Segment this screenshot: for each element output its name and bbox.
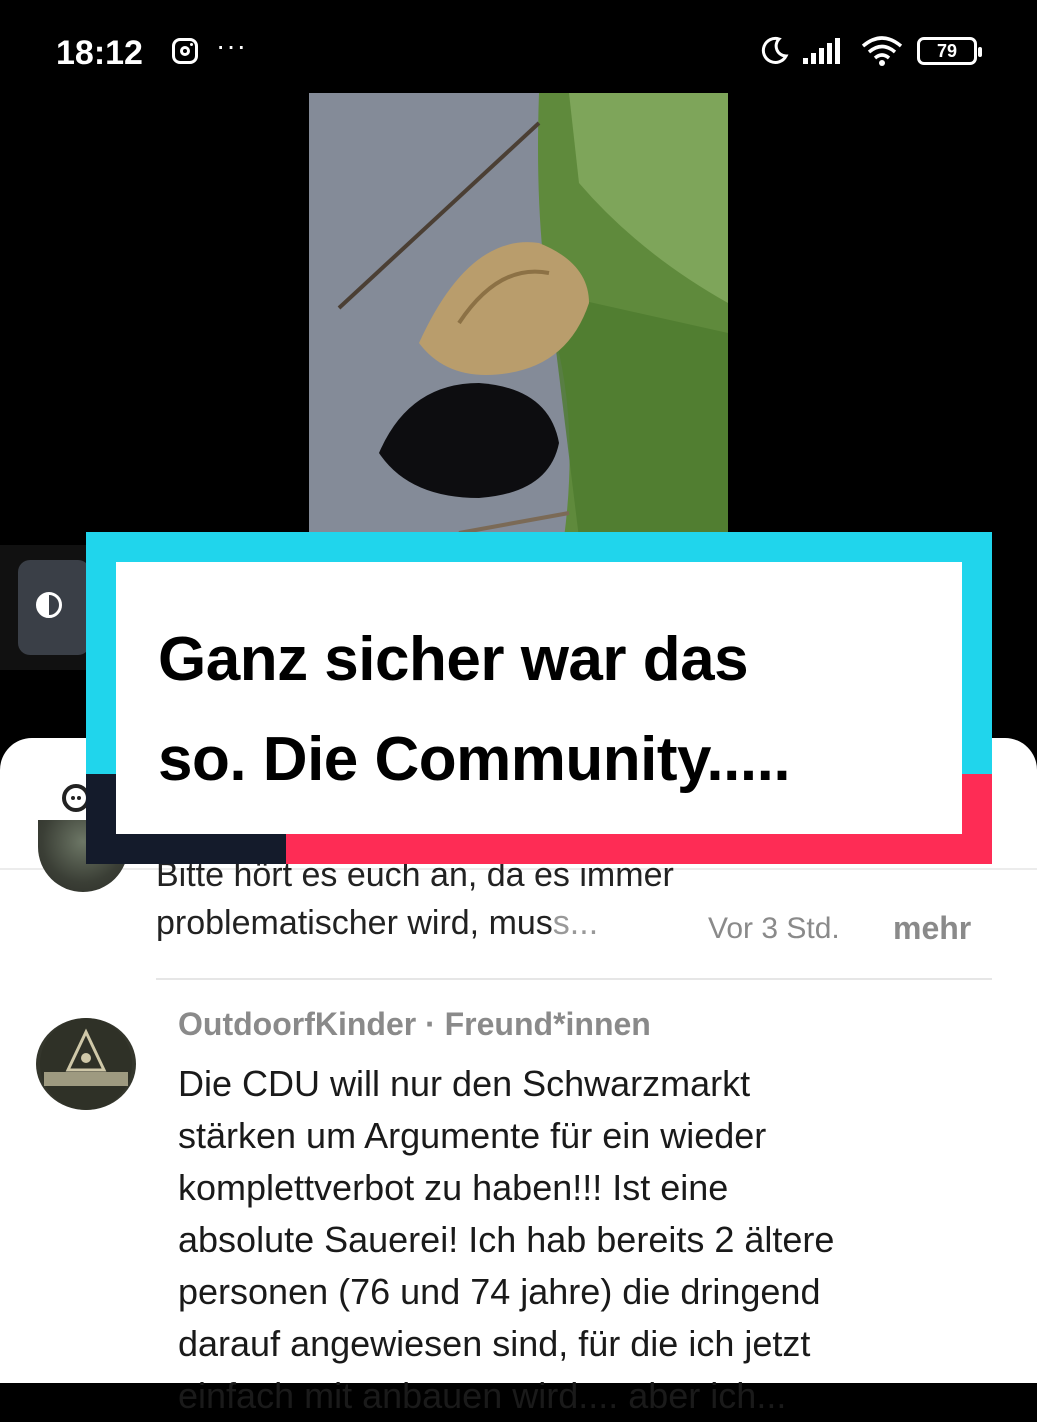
avatar[interactable] (36, 1018, 136, 1110)
battery-level: 79 (936, 40, 958, 61)
more-button[interactable]: mehr (893, 910, 971, 947)
comment-username[interactable]: OutdoorfKinder · Freund*innen (178, 1006, 651, 1043)
comment-body: Die CDU will nur den Schwarzmarkt stärke… (178, 1058, 998, 1422)
clock: 18:12 (56, 34, 143, 72)
video-image (309, 93, 728, 538)
more-dots-icon: ··· (216, 30, 247, 61)
comment-text-line: problematischer wird, muss... (156, 904, 598, 943)
comment-text-line: personen (76 und 74 jahre) die dringend (178, 1271, 821, 1312)
comment-text-line: stärken um Argumente für ein wieder (178, 1115, 767, 1156)
video-frame[interactable] (309, 93, 728, 538)
comment-text-line: komplettverbot zu haben!!! Ist eine (178, 1167, 729, 1208)
moon-icon (761, 36, 789, 64)
battery-icon: 79 (917, 37, 982, 65)
comment-text-main: problematischer wird, mus (156, 904, 553, 942)
comment-text-line: absolute Sauerei! Ich hab bereits 2 älte… (178, 1219, 835, 1260)
signal-icon (803, 38, 840, 64)
instagram-icon (172, 38, 198, 64)
caption-line: so. Die Community..... (158, 725, 791, 794)
comment-timestamp: Vor 3 Std. (708, 912, 840, 945)
comment-text-line: einfach mit anbauen wird.... aber ich... (178, 1375, 787, 1416)
status-bar: 18:12 ··· 79 (0, 0, 1037, 100)
comment-text-faded: s... (552, 904, 599, 942)
avatar-logo (40, 1018, 132, 1110)
contrast-icon (36, 592, 62, 618)
caption-line: Ganz sicher war das (158, 625, 749, 694)
wifi-icon (861, 36, 903, 66)
caption-overlay: Ganz sicher war das so. Die Community...… (86, 532, 992, 864)
comment-text-line: Die CDU will nur den Schwarzmarkt (178, 1063, 751, 1104)
comment-text-line: darauf angewiesen sind, für die ich jetz… (178, 1323, 811, 1364)
status-icons: 79 (759, 34, 982, 68)
divider (156, 978, 992, 980)
